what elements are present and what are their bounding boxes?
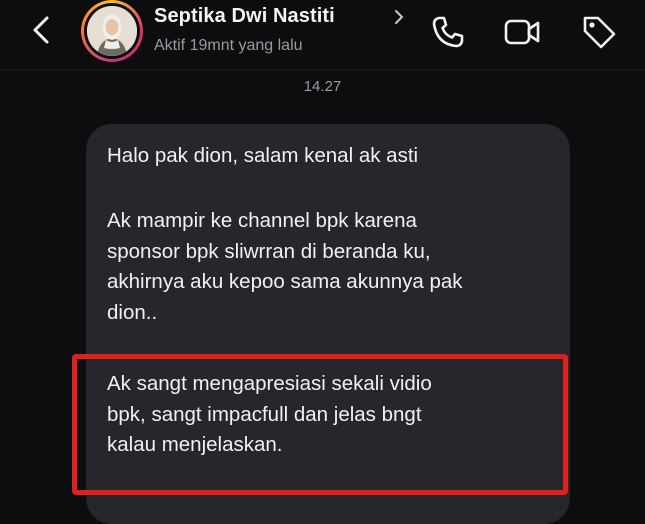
message-paragraph: Halo pak dion, salam kenal ak asti [107,144,419,167]
call-button[interactable] [428,12,468,52]
video-camera-icon [504,19,540,45]
contact-status: Aktif 19mnt yang lalu [154,37,303,54]
message-paragraph: Ak mampir ke channel bpk karena sponsor … [107,209,463,324]
chat-header: Septika Dwi Nastiti Aktif 19mnt yang lal… [0,0,645,70]
label-button[interactable] [579,12,619,52]
contact-name[interactable]: Septika Dwi Nastiti [154,5,335,28]
avatar[interactable] [81,0,143,62]
message-timestamp: 14.27 [303,78,342,95]
chevron-right-icon[interactable] [392,8,406,26]
profile-photo [87,6,137,56]
highlight-annotation-box [72,354,568,495]
tag-icon [583,16,616,49]
chevron-left-icon [33,16,49,44]
video-call-button[interactable] [502,12,542,52]
back-button[interactable] [26,12,58,48]
phone-icon [432,16,464,48]
